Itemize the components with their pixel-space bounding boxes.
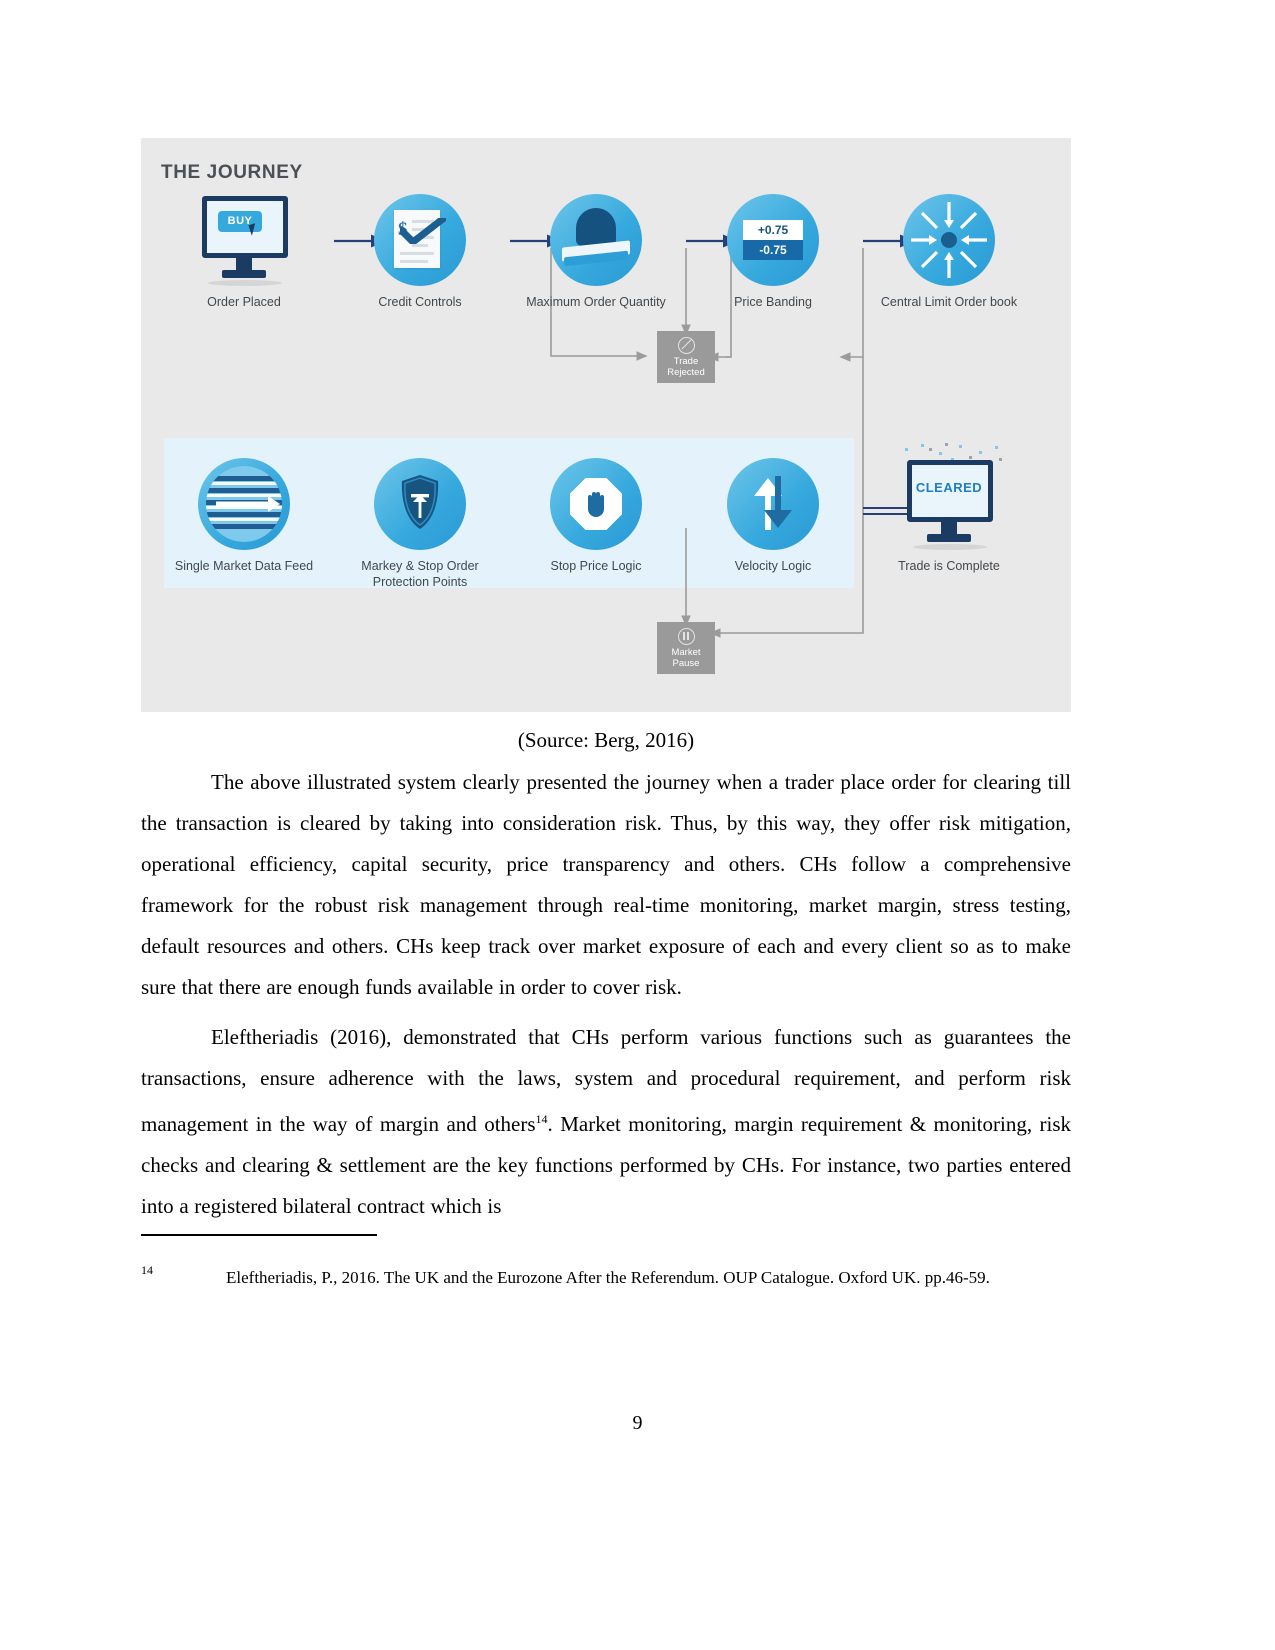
node-label: Stop Price Logic bbox=[550, 559, 642, 573]
node-single-market-data-feed[interactable]: Single Market Data Feed bbox=[169, 458, 319, 574]
pause-label-2: Pause bbox=[672, 658, 700, 669]
node-maximum-order-quantity[interactable]: Maximum Order Quantity bbox=[521, 194, 671, 310]
paragraph-1: The above illustrated system clearly pre… bbox=[141, 770, 1071, 1000]
scanner-icon bbox=[550, 194, 642, 286]
stop-hand-icon bbox=[550, 458, 642, 550]
node-label: Velocity Logic bbox=[734, 559, 812, 573]
node-label: Order Placed bbox=[207, 295, 281, 309]
page-content: THE JOURNEY BUY Order Placed $ Credit Co… bbox=[141, 138, 1071, 1298]
node-central-limit-order-book[interactable]: Central Limit Order book bbox=[874, 194, 1024, 310]
footnote-separator bbox=[141, 1234, 377, 1237]
reject-label-1: Trade bbox=[673, 356, 699, 367]
cleared-badge: CLEARED bbox=[915, 480, 983, 495]
page-number: 9 bbox=[632, 1412, 643, 1434]
node-market-stop-order-protection-points[interactable]: Markey & Stop Order Protection Points bbox=[345, 458, 495, 590]
pause-label-1: Market bbox=[671, 647, 701, 658]
node-label: Price Banding bbox=[734, 295, 812, 309]
market-pause-box: Market Pause bbox=[657, 622, 715, 674]
figure-title: THE JOURNEY bbox=[161, 162, 303, 183]
footnote-entry: 14 Eleftheriadis, P., 2016. The UK and t… bbox=[141, 1258, 1071, 1298]
journey-figure: THE JOURNEY BUY Order Placed $ Credit Co… bbox=[141, 138, 1071, 712]
up-down-arrows-icon bbox=[727, 458, 819, 550]
price-band-lower: -0.75 bbox=[743, 240, 803, 260]
node-label: Credit Controls bbox=[378, 295, 462, 309]
footnote-number: 14 bbox=[141, 1263, 153, 1278]
node-velocity-logic[interactable]: Velocity Logic bbox=[698, 458, 848, 574]
node-label: Trade is Complete bbox=[898, 559, 1000, 573]
no-entry-icon bbox=[677, 337, 695, 354]
reject-label-2: Rejected bbox=[667, 367, 705, 378]
document-page: THE JOURNEY BUY Order Placed $ Credit Co… bbox=[0, 0, 1275, 1650]
footnote-reference[interactable]: 14 bbox=[536, 1112, 548, 1126]
price-band-upper: +0.75 bbox=[743, 220, 803, 240]
figure-source-caption: (Source: Berg, 2016) bbox=[517, 728, 695, 752]
price-band-icon: +0.75 -0.75 bbox=[727, 194, 819, 286]
monitor-cleared-icon: CLEARED bbox=[903, 443, 1002, 550]
globe-data-feed-icon bbox=[198, 458, 290, 550]
node-label: Central Limit Order book bbox=[880, 295, 1018, 309]
node-stop-price-logic[interactable]: Stop Price Logic bbox=[521, 458, 671, 574]
node-label: Maximum Order Quantity bbox=[526, 295, 666, 309]
node-price-banding[interactable]: +0.75 -0.75 Price Banding bbox=[698, 194, 848, 310]
paragraph-2: Eleftheriadis (2016), demonstrated that … bbox=[141, 1017, 1071, 1227]
node-order-placed[interactable]: BUY Order Placed bbox=[169, 194, 319, 310]
footnote-text: Eleftheriadis, P., 2016. The UK and the … bbox=[226, 1268, 990, 1288]
node-trade-is-complete[interactable]: CLEARED Trade is Complete bbox=[874, 443, 1024, 574]
node-label: Markey & Stop Order Protection Points bbox=[361, 559, 479, 589]
monitor-buy-icon: BUY bbox=[198, 194, 290, 286]
node-label: Single Market Data Feed bbox=[174, 559, 314, 573]
inward-arrows-hub-icon bbox=[903, 194, 995, 286]
shield-uparrow-icon bbox=[374, 458, 466, 550]
document-checkmark-icon: $ bbox=[374, 194, 466, 286]
node-credit-controls[interactable]: $ Credit Controls bbox=[345, 194, 495, 310]
trade-rejected-box: Trade Rejected bbox=[657, 331, 715, 383]
pause-icon bbox=[677, 628, 695, 645]
